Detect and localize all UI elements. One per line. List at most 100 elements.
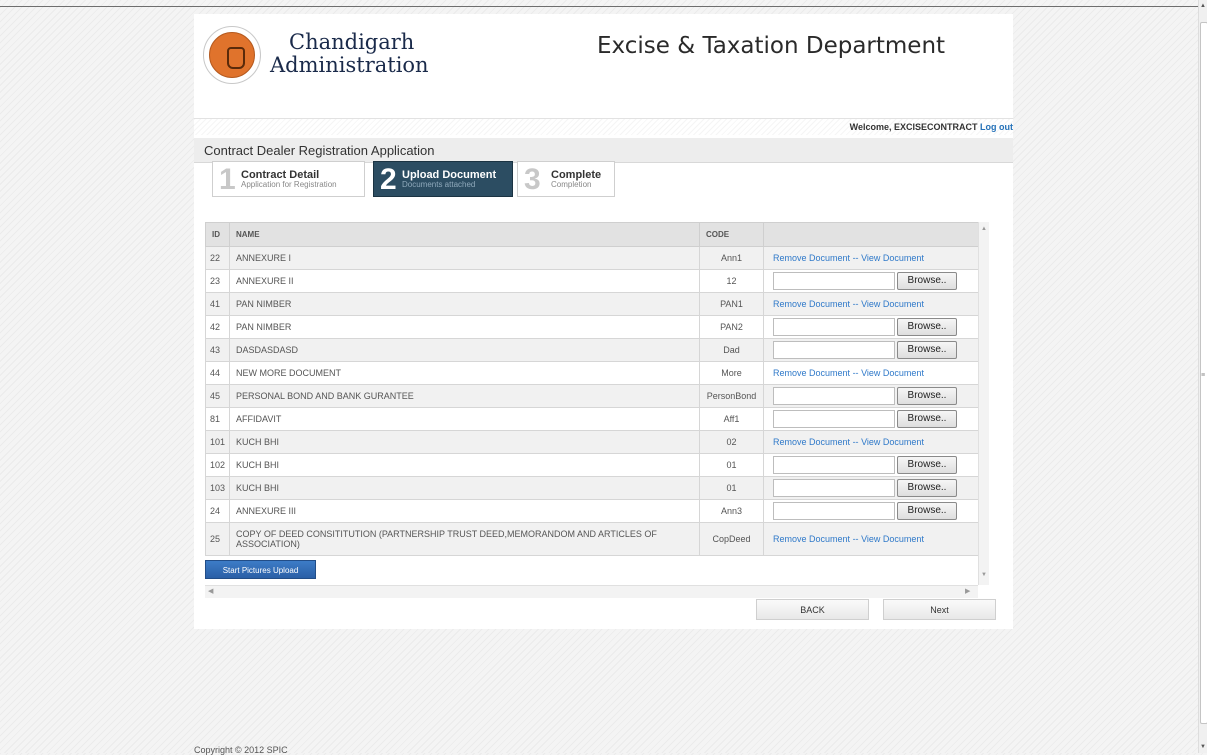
documents-grid: ID NAME CODE 22 ANNEXURE I Ann1 Remove Docu… [205,222,989,598]
admin-name-line2: Administration [270,53,429,77]
grid-horizontal-scrollbar[interactable]: ◀ ▶ [205,585,978,598]
table-header-row: ID NAME CODE [205,222,979,247]
table-row: 102 KUCH BHI 01 Browse.. [205,453,979,477]
column-header-name: NAME [229,222,700,247]
cell-id: 103 [205,476,230,500]
cell-name: ANNEXURE II [229,269,700,293]
step-number: 3 [524,163,541,196]
view-document-link[interactable]: View Document [861,299,924,309]
cell-action: Remove Document -- View Document [763,292,979,316]
browse-button[interactable]: Browse.. [897,387,957,405]
table-row: 43 DASDASDASD Dad Browse.. [205,338,979,362]
cell-id: 102 [205,453,230,477]
cell-name: COPY OF DEED CONSITITUTION (PARTNERSHIP … [229,522,700,556]
file-name-input[interactable] [773,410,895,428]
file-name-input[interactable] [773,272,895,290]
scroll-grip-icon: ≡ [1201,372,1206,379]
view-document-link[interactable]: View Document [861,368,924,378]
grid-scroll-left-icon[interactable]: ◀ [208,587,213,595]
cell-code: Aff1 [699,407,764,431]
cell-action: Browse.. [763,476,979,500]
cell-name: PAN NIMBER [229,315,700,339]
footer-copyright: Copyright © 2012 SPIC [194,745,288,755]
view-document-link[interactable]: View Document [861,437,924,447]
cell-code: CopDeed [699,522,764,556]
step-subtitle: Completion [551,180,592,189]
table-row: 81 AFFIDAVIT Aff1 Browse.. [205,407,979,431]
file-name-input[interactable] [773,502,895,520]
file-upload-control: Browse.. [773,387,978,405]
remove-document-link[interactable]: Remove Document [773,253,850,263]
browse-button[interactable]: Browse.. [897,318,957,336]
cell-action: Browse.. [763,315,979,339]
step-complete[interactable]: 3 Complete Completion [517,161,615,197]
table-row: 22 ANNEXURE I Ann1 Remove Document -- View … [205,246,979,270]
grid-scroll-down-icon[interactable]: ▼ [981,572,987,578]
browse-button[interactable]: Browse.. [897,410,957,428]
browse-button[interactable]: Browse.. [897,272,957,290]
cell-id: 22 [205,246,230,270]
browse-button[interactable]: Browse.. [897,456,957,474]
cell-id: 45 [205,384,230,408]
cell-code: Ann3 [699,499,764,523]
table-row: 24 ANNEXURE III Ann3 Browse.. [205,499,979,523]
administration-name: Chandigarh Administration [270,31,429,77]
remove-document-link[interactable]: Remove Document [773,437,850,447]
logout-link[interactable]: Log out [980,122,1013,132]
cell-id: 23 [205,269,230,293]
table-row: 101 KUCH BHI 02 Remove Document -- View Doc… [205,430,979,454]
browse-button[interactable]: Browse.. [897,341,957,359]
file-name-input[interactable] [773,318,895,336]
cell-id: 101 [205,430,230,454]
file-upload-control: Browse.. [773,479,978,497]
file-name-input[interactable] [773,456,895,474]
file-name-input[interactable] [773,341,895,359]
cell-id: 25 [205,522,230,556]
cell-id: 43 [205,338,230,362]
file-upload-control: Browse.. [773,410,978,428]
file-name-input[interactable] [773,479,895,497]
step-contract-detail[interactable]: 1 Contract Detail Application for Regist… [212,161,365,197]
table-body: 22 ANNEXURE I Ann1 Remove Document -- View … [205,246,979,556]
table-row: 41 PAN NIMBER PAN1 Remove Document -- View … [205,292,979,316]
table-row: 23 ANNEXURE II 12 Browse.. [205,269,979,293]
cell-code: 12 [699,269,764,293]
start-pictures-upload-button[interactable]: Start Pictures Upload [205,560,316,579]
cell-code: 01 [699,453,764,477]
file-upload-control: Browse.. [773,318,978,336]
cell-code: 02 [699,430,764,454]
file-name-input[interactable] [773,387,895,405]
cell-code: Dad [699,338,764,362]
cell-name: ANNEXURE III [229,499,700,523]
cell-name: PERSONAL BOND AND BANK GURANTEE [229,384,700,408]
browse-button[interactable]: Browse.. [897,479,957,497]
cell-action: Remove Document -- View Document [763,522,979,556]
cell-action: Browse.. [763,407,979,431]
browse-button[interactable]: Browse.. [897,502,957,520]
remove-document-link[interactable]: Remove Document [773,299,850,309]
scroll-up-arrow-icon[interactable]: ▲ [1200,3,1206,9]
back-button[interactable]: BACK [756,599,869,620]
cell-id: 24 [205,499,230,523]
cell-name: PAN NIMBER [229,292,700,316]
cell-action: Remove Document -- View Document [763,361,979,385]
view-document-link[interactable]: View Document [861,534,924,544]
grid-vertical-scrollbar[interactable]: ▲ ▼ [978,222,989,585]
next-button[interactable]: Next [883,599,996,620]
grid-scroll-right-icon[interactable]: ▶ [965,587,970,595]
step-upload-document[interactable]: 2 Upload Document Documents attached [373,161,513,197]
step-number: 1 [219,163,236,196]
grid-scroll-up-icon[interactable]: ▲ [981,226,987,232]
view-document-link[interactable]: View Document [861,253,924,263]
column-header-action [763,222,979,247]
form-title: Contract Dealer Registration Application [204,143,435,158]
step-subtitle: Documents attached [402,180,476,189]
table-row: 103 KUCH BHI 01 Browse.. [205,476,979,500]
remove-document-link[interactable]: Remove Document [773,368,850,378]
link-separator: -- [852,437,859,447]
cell-action: Browse.. [763,384,979,408]
window-scrollbar[interactable]: ▲ ≡ ▼ [1198,0,1207,753]
scroll-down-arrow-icon[interactable]: ▼ [1200,744,1206,750]
remove-document-link[interactable]: Remove Document [773,534,850,544]
column-header-code: CODE [699,222,764,247]
